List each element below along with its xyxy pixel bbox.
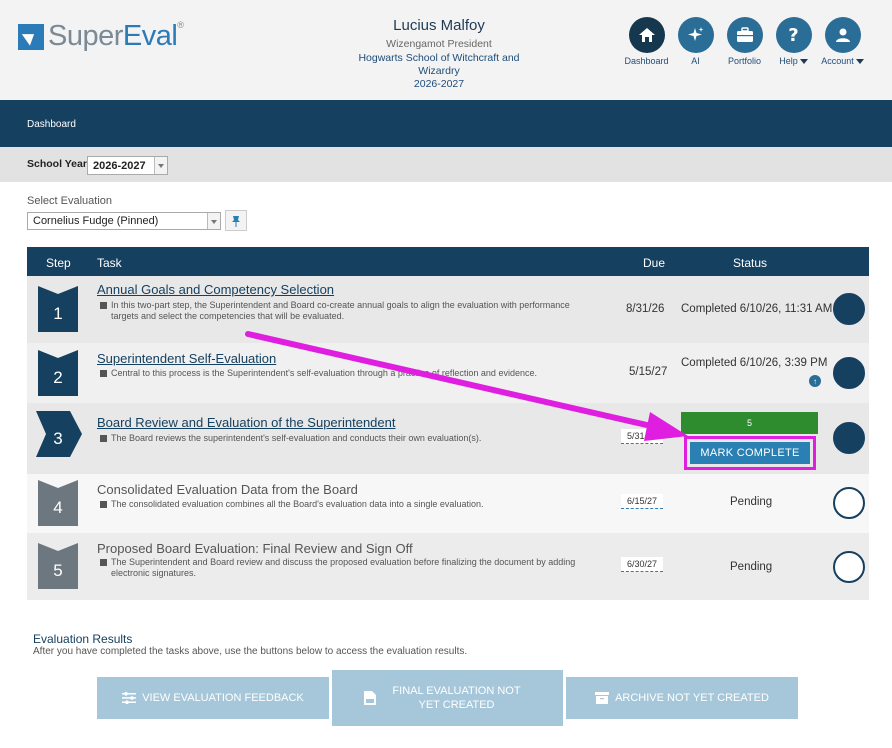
due-date: 5/15/27 (629, 366, 668, 378)
step-number: 4 (53, 498, 63, 517)
user-name: Lucius Malfoy (393, 17, 485, 34)
user-school: Hogwarts School of Witchcraft and Wizard… (358, 52, 520, 77)
status-text: Completed 6/10/26, 3:39 PM (681, 357, 828, 369)
nav-ai[interactable]: AI (671, 17, 720, 66)
results-title: Evaluation Results (33, 632, 133, 646)
superEval-logo[interactable]: SuperEval® (18, 20, 184, 53)
archive-label: ARCHIVE NOT YET CREATED (615, 692, 769, 704)
question-icon: ? (775, 17, 812, 53)
school-year-bar: School Year: 2026-2027 (0, 147, 892, 182)
user-info: Lucius Malfoy Wizengamot President Hogwa… (339, 17, 539, 91)
select-evaluation-value: Cornelius Fudge (Pinned) (33, 215, 159, 227)
chevron-down-icon (799, 59, 808, 65)
header-status: Status (733, 256, 768, 270)
archive-icon (595, 692, 610, 704)
user-icon (824, 17, 861, 53)
nav-ai-label: AI (691, 56, 700, 66)
task-description: The Superintendent and Board review and … (97, 557, 597, 579)
task-description: The Board reviews the superintendent's s… (97, 433, 597, 444)
table-row: 5 Proposed Board Evaluation: Final Revie… (27, 533, 869, 600)
header-step: Step (46, 256, 71, 270)
nav-portfolio-label: Portfolio (727, 56, 762, 66)
nav-dashboard[interactable]: Dashboard (622, 17, 671, 66)
school-year-value: 2026-2027 (93, 159, 146, 172)
timeline-dot-complete (833, 293, 865, 325)
home-icon (628, 17, 665, 53)
select-evaluation-dropdown[interactable]: Cornelius Fudge (Pinned) (27, 212, 221, 230)
school-year-label: School Year: (27, 158, 91, 170)
final-evaluation-button[interactable]: FINAL EVALUATION NOT YET CREATED (332, 670, 563, 726)
timeline-dot-pending (833, 551, 865, 583)
final-evaluation-label: FINAL EVALUATION NOT YET CREATED (392, 685, 521, 711)
breadcrumb-bar: Dashboard (0, 100, 892, 147)
app-header: SuperEval® Lucius Malfoy Wizengamot Pres… (0, 0, 892, 100)
task-description: In this two-part step, the Superintenden… (97, 300, 597, 322)
due-date-field[interactable]: 6/30/27 (621, 557, 663, 572)
nav-account[interactable]: Account (818, 17, 867, 66)
view-feedback-label: VIEW EVALUATION FEEDBACK (142, 692, 304, 704)
task-title-link[interactable]: Annual Goals and Competency Selection (97, 282, 334, 297)
pdf-icon (363, 691, 376, 705)
due-date: 8/31/26 (626, 303, 665, 315)
status-text: Completed 6/10/26, 11:31 AM (681, 303, 833, 315)
status-text: Pending (730, 561, 773, 573)
progress-indicator: 5 (681, 412, 818, 434)
sparkle-icon (677, 17, 714, 53)
logo-text-super: Super (48, 20, 123, 52)
due-date-field[interactable]: 5/31/27 (621, 429, 663, 444)
step-number: 2 (53, 368, 63, 387)
select-evaluation-label: Select Evaluation (27, 195, 112, 207)
task-description: The consolidated evaluation combines all… (97, 499, 597, 510)
table-row: 4 Consolidated Evaluation Data from the … (27, 474, 869, 533)
task-title-link[interactable]: Board Review and Evaluation of the Super… (97, 415, 395, 430)
task-title: Proposed Board Evaluation: Final Review … (97, 541, 413, 556)
status-text: Pending (730, 496, 773, 508)
nav-help[interactable]: ? Help (769, 17, 818, 66)
step-number: 5 (53, 561, 63, 580)
chevron-down-icon (154, 157, 167, 174)
chevron-down-icon (855, 59, 864, 65)
nav-help-label: Help (779, 56, 798, 66)
task-description: Central to this process is the Superinte… (97, 368, 597, 379)
briefcase-icon (726, 17, 763, 53)
logo-text-eval: Eval (122, 20, 178, 52)
school-year-select[interactable]: 2026-2027 (87, 156, 168, 175)
step-number: 3 (53, 429, 63, 448)
top-nav: Dashboard AI Portfolio ? Help Account (622, 17, 867, 66)
arrow-up-icon[interactable]: ↑ (809, 375, 821, 387)
breadcrumb[interactable]: Dashboard (27, 119, 76, 130)
task-title-link[interactable]: Superintendent Self-Evaluation (97, 351, 276, 366)
archive-button[interactable]: ARCHIVE NOT YET CREATED (566, 677, 798, 719)
table-row: 1 Annual Goals and Competency Selection … (27, 276, 869, 343)
logo-mark-icon (18, 23, 44, 50)
user-year: 2026-2027 (413, 78, 465, 90)
header-due: Due (643, 256, 666, 270)
step-number: 1 (53, 304, 63, 323)
table-row: 2 Superintendent Self-Evaluation Central… (27, 343, 869, 403)
results-description: After you have completed the tasks above… (33, 646, 468, 657)
sliders-icon (122, 692, 137, 704)
due-date-field[interactable]: 6/15/27 (621, 494, 663, 509)
timeline-dot-pending (833, 487, 865, 519)
steps-table: Step Task Due Status 1 Annual Goals and … (27, 247, 869, 600)
nav-account-label: Account (821, 56, 854, 66)
task-title: Consolidated Evaluation Data from the Bo… (97, 482, 358, 497)
nav-portfolio[interactable]: Portfolio (720, 17, 769, 66)
nav-dashboard-label: Dashboard (624, 56, 669, 66)
timeline-dot-complete (833, 357, 865, 389)
logo-registered: ® (177, 20, 184, 30)
pin-button[interactable] (225, 210, 247, 231)
view-feedback-button[interactable]: VIEW EVALUATION FEEDBACK (97, 677, 329, 719)
header-task: Task (97, 256, 122, 270)
mark-complete-button[interactable]: MARK COMPLETE (690, 442, 810, 464)
chevron-down-icon (207, 213, 220, 229)
timeline-dot-current (833, 422, 865, 454)
pin-icon (232, 215, 240, 227)
mark-complete-highlight: MARK COMPLETE (684, 436, 816, 470)
table-header: Step Task Due Status (27, 247, 869, 276)
user-role: Wizengamot President (386, 38, 492, 50)
